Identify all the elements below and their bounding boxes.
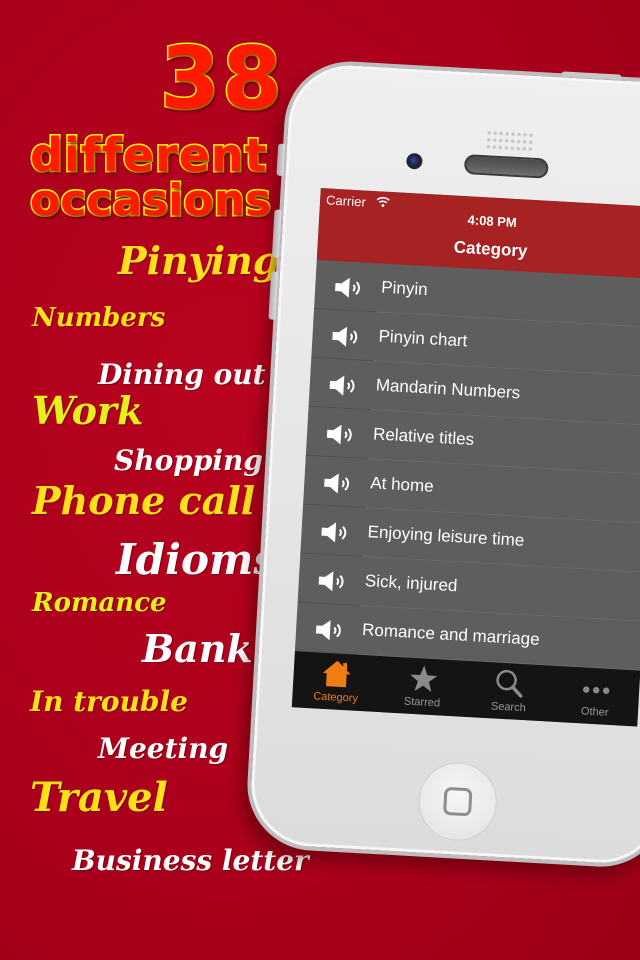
search-icon	[496, 669, 523, 698]
speaker-icon[interactable]	[316, 569, 347, 593]
star-icon	[410, 665, 437, 692]
front-camera-icon	[406, 152, 423, 170]
phone-mockup: Carrier 4:08 PM Category Pinyin › Pinyi	[243, 58, 640, 871]
headline-line2: occasions	[28, 175, 272, 226]
list-item-label: At home	[369, 473, 435, 496]
list-item-label: Enjoying leisure time	[367, 522, 525, 550]
topic-business-letter: Business letter	[72, 844, 309, 877]
more-icon	[582, 686, 610, 694]
tab-label: Category	[312, 690, 359, 705]
tab-category[interactable]: Category	[292, 651, 381, 712]
proximity-sensor	[485, 129, 535, 154]
topic-in-trouble: In trouble	[30, 685, 188, 718]
list-item-label: Pinyin	[380, 277, 429, 300]
list-item-label: Mandarin Numbers	[375, 375, 521, 403]
topic-meeting: Meeting	[98, 732, 229, 765]
tab-label: Search	[490, 700, 527, 715]
speaker-icon[interactable]	[319, 521, 350, 545]
topic-idioms: Idioms	[116, 535, 278, 584]
phone-body: Carrier 4:08 PM Category Pinyin › Pinyi	[243, 58, 640, 871]
home-button[interactable]	[416, 760, 499, 843]
tab-starred[interactable]: Starred	[378, 656, 467, 717]
headline-number: 38	[159, 29, 284, 129]
volume-up-button	[271, 209, 282, 258]
topic-travel: Travel	[30, 774, 168, 821]
topic-numbers: Numbers	[32, 303, 166, 333]
speaker-icon[interactable]	[322, 472, 353, 496]
list-item-label: Relative titles	[372, 424, 475, 449]
home-button-square-icon	[442, 786, 473, 817]
tab-other[interactable]: Other	[551, 666, 640, 727]
speaker-icon[interactable]	[333, 276, 364, 300]
tab-label: Starred	[403, 695, 441, 710]
home-icon	[322, 660, 351, 688]
topic-bank: Bank	[142, 626, 253, 671]
topic-romance: Romance	[32, 588, 167, 618]
list-item-label: Sick, injured	[364, 571, 458, 596]
tab-search[interactable]: Search	[464, 661, 553, 722]
topic-phone-call: Phone call	[32, 478, 256, 523]
topic-shopping: Shopping	[114, 444, 263, 477]
speaker-icon[interactable]	[327, 374, 358, 398]
mute-switch	[276, 143, 286, 176]
tab-label: Other	[580, 705, 609, 719]
wifi-icon	[376, 196, 390, 207]
topic-work: Work	[32, 388, 144, 433]
speaker-icon[interactable]	[314, 618, 345, 642]
topic-dining-out: Dining out	[98, 358, 266, 391]
volume-down-button	[268, 271, 279, 320]
phone-screen: Carrier 4:08 PM Category Pinyin › Pinyi	[291, 188, 640, 727]
speaker-icon[interactable]	[324, 423, 355, 447]
list-item-label: Romance and marriage	[361, 620, 541, 649]
topic-pinying: Pinying	[118, 238, 280, 283]
headline-line1: different	[29, 128, 269, 182]
list-item-label: Pinyin chart	[378, 326, 468, 351]
category-list: Pinyin › Pinyin chart › Mandarin Numbers…	[292, 259, 640, 720]
speaker-icon[interactable]	[330, 325, 361, 349]
earpiece-speaker	[463, 154, 549, 179]
